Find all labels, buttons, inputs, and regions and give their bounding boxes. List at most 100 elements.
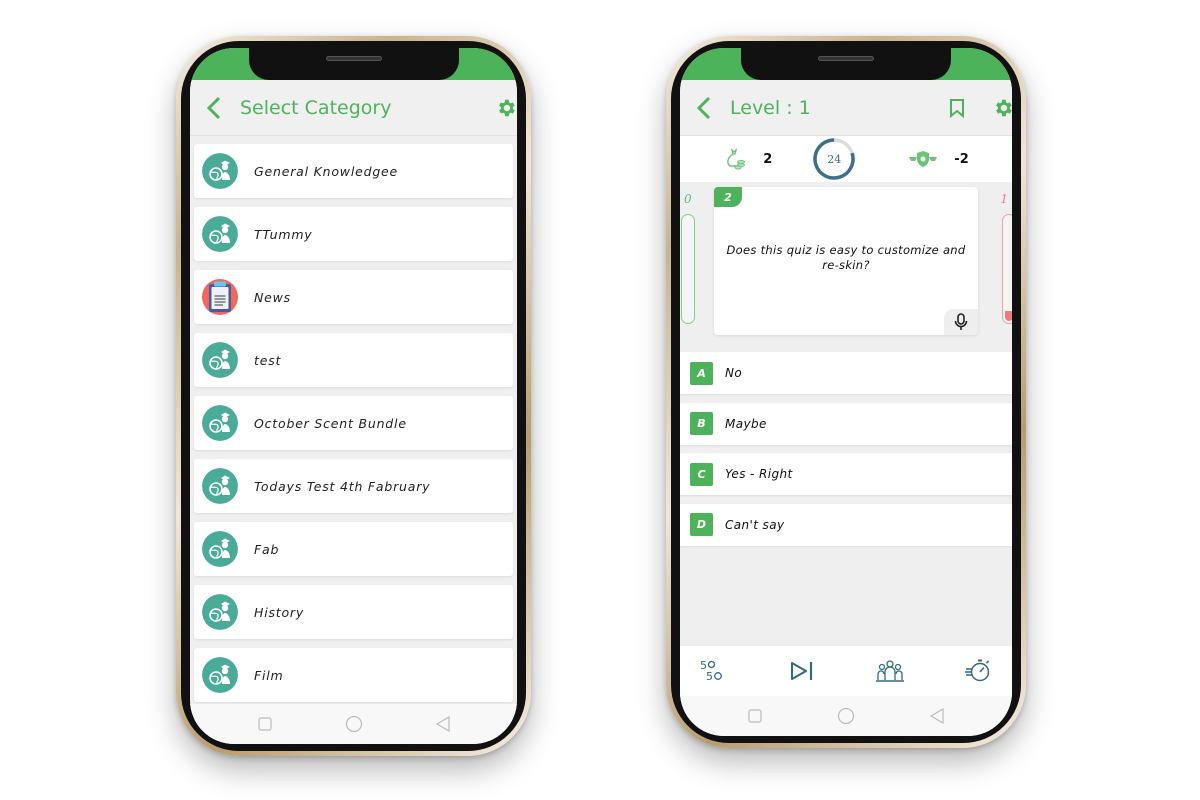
category-label: History <box>254 604 305 620</box>
category-label: TTummy <box>254 226 313 242</box>
speaker <box>325 56 382 61</box>
option-letter: A <box>690 361 713 385</box>
score-stat: -2 <box>908 149 969 169</box>
category-list: General Knowledgee TTummy News test October … <box>190 136 517 744</box>
chevron-left-icon <box>206 96 221 119</box>
correct-count: 0 <box>684 192 692 206</box>
clipboard-news-icon <box>202 279 238 315</box>
recent-apps-button[interactable] <box>743 704 767 728</box>
category-label: Film <box>254 667 284 683</box>
globe-graduate-icon <box>202 153 238 189</box>
android-nav-bar <box>680 696 1012 736</box>
category-item[interactable]: News <box>194 270 513 324</box>
settings-button[interactable] <box>491 93 517 123</box>
shield-badge-icon <box>909 151 938 167</box>
quiz-screen: Level : 1 2 24 -2 0 1 2 Does this quiz i… <box>680 48 1012 736</box>
option-text: Can't say <box>725 517 785 532</box>
chevron-left-icon <box>696 96 711 119</box>
fifty-fifty-button[interactable]: 5 5 <box>696 653 732 689</box>
voice-button[interactable] <box>944 309 978 335</box>
notch <box>248 48 459 80</box>
quiz-app-bar: Level : 1 <box>680 80 1012 136</box>
stats-row: 2 24 -2 <box>680 136 1012 182</box>
level-title: Level : 1 <box>730 96 811 119</box>
option-c[interactable]: C Yes - Right <box>680 453 1012 495</box>
gear-icon <box>996 99 1012 116</box>
svg-text:5: 5 <box>706 670 713 683</box>
skip-button[interactable] <box>784 653 820 689</box>
category-item[interactable]: History <box>194 585 513 639</box>
lifeline-bar: 5 5 <box>680 646 1012 696</box>
option-text: No <box>725 366 743 380</box>
answer-options: A No B Maybe C Yes - Right D Can't say <box>680 352 1012 554</box>
option-a[interactable]: A No <box>680 352 1012 394</box>
correct-progress-bar <box>681 214 695 324</box>
timer-value: 24 <box>827 152 842 166</box>
category-label: Fab <box>254 541 280 557</box>
category-label: News <box>254 289 291 305</box>
wrong-progress-fill <box>1005 310 1012 321</box>
quiz-area: 0 1 2 Does this quiz is easy to customiz… <box>680 182 1012 646</box>
globe-graduate-icon <box>202 342 238 378</box>
wrong-progress-bar <box>1002 214 1012 324</box>
back-button[interactable] <box>196 90 232 126</box>
category-label: General Knowledgee <box>254 163 399 179</box>
category-item[interactable]: TTummy <box>194 207 513 261</box>
countdown-timer: 24 <box>812 137 856 181</box>
category-label: October Scent Bundle <box>254 415 407 431</box>
category-app-bar: Select Category <box>190 80 517 136</box>
category-label: Todays Test 4th Fabruary <box>254 478 431 494</box>
microphone-icon <box>954 313 968 330</box>
reset-timer-button[interactable] <box>960 653 996 689</box>
globe-graduate-icon <box>202 468 238 504</box>
system-back-button[interactable] <box>925 704 949 728</box>
gear-icon <box>499 99 515 116</box>
category-label: test <box>254 352 282 368</box>
settings-button[interactable] <box>988 93 1012 123</box>
back-button[interactable] <box>686 90 722 126</box>
option-letter: C <box>690 462 713 486</box>
category-item[interactable]: October Scent Bundle <box>194 396 513 450</box>
speaker <box>818 56 874 61</box>
score-value: -2 <box>954 151 969 167</box>
wrong-count: 1 <box>1000 192 1008 206</box>
coins-value: 2 <box>763 151 773 167</box>
option-b[interactable]: B Maybe <box>680 402 1012 445</box>
option-d[interactable]: D Can't say <box>680 503 1012 546</box>
category-item[interactable]: test <box>194 333 513 387</box>
globe-graduate-icon <box>202 216 238 252</box>
globe-graduate-icon <box>202 594 238 630</box>
triangle-back-icon <box>929 708 944 724</box>
globe-graduate-icon <box>202 657 238 693</box>
globe-graduate-icon <box>202 405 238 441</box>
bookmark-button[interactable] <box>942 93 972 123</box>
skip-next-icon <box>791 662 813 680</box>
money-bag-icon <box>727 147 746 170</box>
bookmark-icon <box>950 98 964 118</box>
category-item[interactable]: General Knowledgee <box>194 144 513 198</box>
audience-icon <box>876 660 904 682</box>
notch <box>741 48 951 80</box>
home-button[interactable] <box>342 712 366 736</box>
category-item[interactable]: Fab <box>194 522 513 576</box>
option-letter: D <box>690 513 713 536</box>
coins-stat: 2 <box>723 147 772 171</box>
home-button[interactable] <box>834 704 858 728</box>
option-letter: B <box>690 412 713 435</box>
option-text: Maybe <box>725 416 767 431</box>
audience-poll-button[interactable] <box>872 653 908 689</box>
square-recent-icon <box>257 717 272 731</box>
android-nav-bar <box>190 704 517 744</box>
globe-graduate-icon <box>202 531 238 567</box>
category-screen: Select Category General Knowledgee TTummy… <box>190 48 517 744</box>
fifty-fifty-icon: 5 5 <box>700 659 722 683</box>
category-item[interactable]: Todays Test 4th Fabruary <box>194 459 513 513</box>
option-text: Yes - Right <box>725 467 793 481</box>
triangle-back-icon <box>435 716 450 732</box>
system-back-button[interactable] <box>431 712 455 736</box>
question-number-badge: 2 <box>714 187 742 207</box>
question-text: Does this quiz is easy to customize and … <box>726 243 966 272</box>
category-item[interactable]: Film <box>194 648 513 702</box>
recent-apps-button[interactable] <box>253 712 277 736</box>
question-card: 2 Does this quiz is easy to customize an… <box>714 187 978 335</box>
